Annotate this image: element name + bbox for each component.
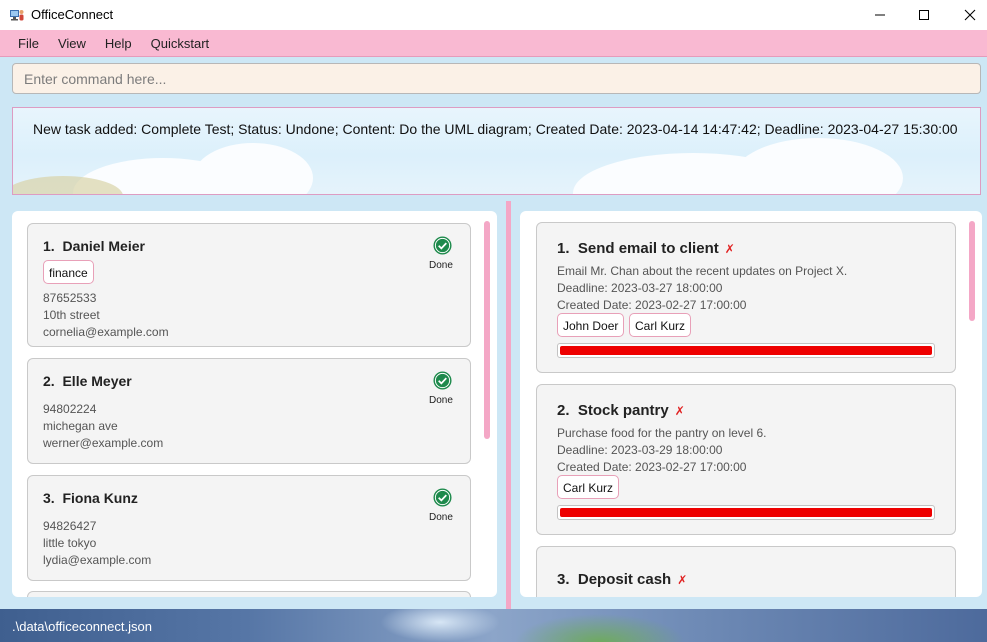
task-deadline: Deadline: 2023-03-29 18:00:00 <box>557 443 723 457</box>
person-name: 3. Fiona Kunz <box>43 490 138 506</box>
menu-file[interactable]: File <box>18 36 39 51</box>
panel-divider[interactable] <box>506 201 511 609</box>
person-address: 10th street <box>43 308 100 322</box>
command-input[interactable] <box>12 63 981 94</box>
person-card[interactable]: 1. Daniel Meier finance 87652533 10th st… <box>27 223 471 347</box>
person-status: Done <box>429 395 453 406</box>
minimize-button[interactable] <box>857 0 903 30</box>
task-content: Email Mr. Chan about the recent updates … <box>557 264 848 278</box>
person-list-panel[interactable]: 1. Daniel Meier finance 87652533 10th st… <box>12 211 497 597</box>
app-icon <box>10 10 24 21</box>
menu-view[interactable]: View <box>58 36 86 51</box>
person-email: lydia@example.com <box>43 553 152 567</box>
task-title: 1. Send email to client ✗ <box>557 240 735 257</box>
status-bar-decoration <box>380 609 500 642</box>
window-title: OfficeConnect <box>31 7 114 22</box>
person-card[interactable] <box>27 591 471 597</box>
task-card[interactable]: 2. Stock pantry ✗ Purchase food for the p… <box>536 384 956 535</box>
status-bar: .\data\officeconnect.json <box>0 609 987 642</box>
undone-icon: ✗ <box>674 404 685 418</box>
cloud-decoration <box>193 143 313 194</box>
person-phone: 87652533 <box>43 291 97 305</box>
task-assignee: John Doer <box>557 313 625 337</box>
minimize-icon <box>875 14 885 16</box>
person-tag: finance <box>43 260 94 284</box>
task-assignee: Carl Kurz <box>557 475 620 499</box>
person-address: little tokyo <box>43 536 97 550</box>
task-progress-bar <box>557 505 935 520</box>
person-email: cornelia@example.com <box>43 325 169 339</box>
title-bar: OfficeConnect <box>0 0 987 30</box>
cloud-decoration <box>733 138 903 194</box>
task-created-date: Created Date: 2023-02-27 17:00:00 <box>557 298 747 312</box>
save-file-path: .\data\officeconnect.json <box>12 619 152 634</box>
undone-icon: ✗ <box>677 573 688 587</box>
task-list-panel[interactable]: 1. Send email to client ✗ Email Mr. Chan … <box>520 211 982 597</box>
person-status: Done <box>429 260 453 271</box>
undone-icon: ✗ <box>724 242 735 256</box>
task-progress-fill <box>560 346 932 355</box>
person-address: michegan ave <box>43 419 118 433</box>
task-progress-bar <box>557 343 935 358</box>
person-status: Done <box>429 512 453 523</box>
person-list-scrollbar[interactable] <box>484 221 490 439</box>
menu-help[interactable]: Help <box>105 36 132 51</box>
status-bar-decoration <box>500 609 700 642</box>
task-assignee: Carl Kurz <box>629 313 692 337</box>
maximize-icon <box>919 10 929 20</box>
task-card[interactable]: 3. Deposit cash ✗ <box>536 546 956 597</box>
task-progress-fill <box>560 508 932 517</box>
person-card[interactable]: 2. Elle Meyer 94802224 michegan ave wern… <box>27 358 471 464</box>
check-circle-icon <box>433 488 452 507</box>
person-card[interactable]: 3. Fiona Kunz 94826427 little tokyo lydi… <box>27 475 471 581</box>
task-title: 3. Deposit cash ✗ <box>557 571 688 588</box>
command-area <box>0 57 987 101</box>
close-button[interactable] <box>947 0 987 30</box>
menu-bar: File View Help Quickstart <box>0 30 987 57</box>
person-email: werner@example.com <box>43 436 164 450</box>
result-area: New task added: Complete Test; Status: U… <box>0 101 987 201</box>
menu-quickstart[interactable]: Quickstart <box>151 36 210 51</box>
task-list-scrollbar[interactable] <box>969 221 975 321</box>
result-display: New task added: Complete Test; Status: U… <box>12 107 981 195</box>
task-card[interactable]: 1. Send email to client ✗ Email Mr. Chan … <box>536 222 956 373</box>
task-content: Purchase food for the pantry on level 6. <box>557 426 767 440</box>
main-content: 1. Daniel Meier finance 87652533 10th st… <box>0 201 987 609</box>
task-created-date: Created Date: 2023-02-27 17:00:00 <box>557 460 747 474</box>
person-name: 2. Elle Meyer <box>43 373 132 389</box>
result-text: New task added: Complete Test; Status: U… <box>33 121 958 137</box>
person-phone: 94802224 <box>43 402 97 416</box>
maximize-button[interactable] <box>901 0 947 30</box>
person-name: 1. Daniel Meier <box>43 238 145 254</box>
check-circle-icon <box>433 371 452 390</box>
person-phone: 94826427 <box>43 519 97 533</box>
close-icon <box>964 9 976 21</box>
task-title: 2. Stock pantry ✗ <box>557 402 685 419</box>
task-deadline: Deadline: 2023-03-27 18:00:00 <box>557 281 723 295</box>
check-circle-icon <box>433 236 452 255</box>
